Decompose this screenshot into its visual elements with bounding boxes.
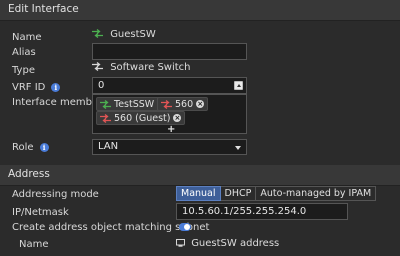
- ip-netmask-value: 10.5.60.1/255.255.254.0: [182, 206, 307, 217]
- address-object-icon: [176, 239, 185, 247]
- address-name-value-wrap: GuestSW address: [176, 238, 279, 249]
- role-value: LAN: [98, 141, 119, 152]
- type-value: Software Switch: [110, 62, 191, 73]
- member-chip-560-guest[interactable]: 560 (Guest) ×: [96, 111, 186, 125]
- remove-member-icon[interactable]: ×: [173, 114, 182, 122]
- vrf-id-value: 0: [98, 80, 105, 91]
- member-chip-label: 560 (Guest): [114, 112, 171, 124]
- addressing-mode-label: Addressing mode: [12, 189, 99, 200]
- mode-dhcp-button[interactable]: DHCP: [220, 186, 257, 201]
- member-chip-label: TestSSW: [114, 98, 155, 110]
- edit-interface-title: Edit Interface: [8, 3, 79, 15]
- vrf-id-spinner[interactable]: [234, 81, 243, 90]
- software-switch-icon: [92, 62, 103, 71]
- vlan-icon: [100, 113, 111, 123]
- type-value-wrap: Software Switch: [92, 62, 191, 73]
- address-section-title: Address: [8, 168, 50, 180]
- mode-ipam-button[interactable]: Auto-managed by IPAM: [256, 186, 377, 201]
- name-value-wrap: GuestSW: [92, 29, 156, 40]
- address-name-value: GuestSW address: [191, 238, 280, 249]
- address-name-label: Name: [19, 239, 49, 250]
- address-section-header: Address: [0, 165, 400, 186]
- name-value: GuestSW: [110, 29, 156, 40]
- name-label: Name: [12, 32, 42, 43]
- role-label: Role i: [12, 142, 49, 153]
- add-member-icon[interactable]: +: [167, 124, 175, 135]
- member-chip-560[interactable]: 560 ×: [157, 97, 209, 111]
- vlan-icon: [161, 99, 172, 109]
- remove-member-icon[interactable]: ×: [196, 100, 205, 108]
- wifi-ssid-icon: [100, 99, 111, 109]
- member-chip-label: 560: [175, 98, 194, 110]
- role-select[interactable]: LAN: [92, 139, 247, 155]
- vrf-id-input[interactable]: 0: [92, 77, 247, 94]
- edit-interface-header: Edit Interface: [0, 0, 400, 21]
- alias-label: Alias: [12, 47, 36, 58]
- info-icon[interactable]: i: [51, 83, 61, 92]
- vrf-id-label-text: VRF ID: [12, 82, 46, 93]
- chevron-down-icon: [235, 146, 241, 150]
- ip-netmask-label: IP/Netmask: [12, 207, 69, 218]
- info-icon[interactable]: i: [39, 143, 49, 152]
- vrf-id-label: VRF ID i: [12, 82, 61, 93]
- create-address-object-toggle[interactable]: [179, 223, 191, 231]
- software-switch-icon: [92, 29, 103, 38]
- interface-members-box[interactable]: TestSSW × 560 × 560 (Guest) × +: [92, 94, 247, 135]
- role-label-text: Role: [12, 142, 34, 153]
- type-label: Type: [12, 65, 35, 76]
- ip-netmask-input[interactable]: 10.5.60.1/255.255.254.0: [176, 203, 348, 220]
- alias-input[interactable]: [92, 43, 247, 60]
- mode-manual-button[interactable]: Manual: [176, 186, 221, 201]
- addressing-mode-toggle: Manual DHCP Auto-managed by IPAM: [176, 186, 377, 201]
